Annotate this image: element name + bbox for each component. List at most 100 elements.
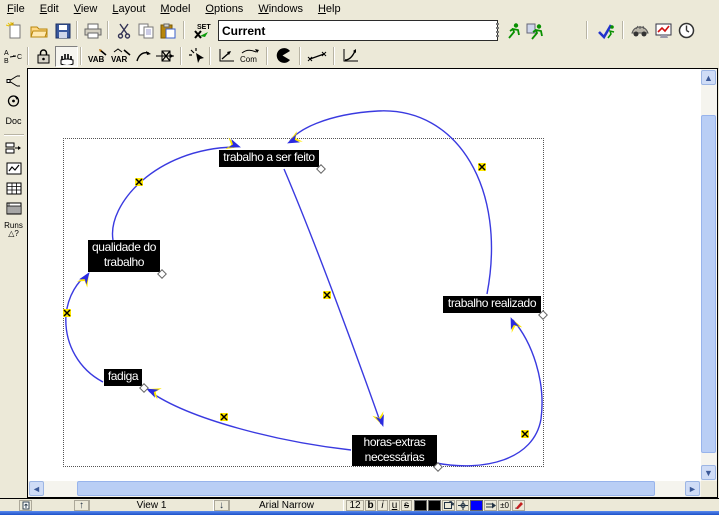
menu-file[interactable]: File — [0, 1, 33, 17]
comment-tool[interactable]: Com — [238, 46, 259, 65]
merge-abc-tool[interactable]: A B C — [3, 46, 24, 65]
loops-tool[interactable] — [3, 91, 25, 110]
save-button[interactable] — [52, 20, 73, 41]
arrow-horasextras-to-trabalhorealizado[interactable] — [436, 320, 542, 466]
set-run-icon: SET — [192, 22, 212, 40]
text-color-swatch[interactable] — [414, 500, 427, 511]
check-model-button[interactable] — [596, 20, 617, 41]
svg-text:Com: Com — [240, 55, 257, 64]
set-run-button[interactable]: SET — [191, 20, 212, 41]
font-name-selector[interactable]: Arial Narrow — [229, 500, 344, 511]
arrow-trabalhorealizado-to-trabalhoaserfeito[interactable] — [290, 111, 491, 294]
graphics-button[interactable] — [512, 500, 525, 511]
io-object-tool[interactable] — [216, 46, 237, 65]
node-trabalho-realizado[interactable]: trabalho realizado — [443, 296, 541, 313]
menu-view[interactable]: View — [67, 1, 106, 17]
open-file-button[interactable] — [28, 20, 49, 41]
toolbar-separator — [80, 47, 82, 65]
horizontal-scroll-thumb[interactable] — [77, 481, 655, 496]
toolbar-separator — [76, 21, 78, 39]
font-size-selector[interactable]: 12 — [346, 500, 364, 511]
wand-stars-icon — [307, 49, 327, 63]
vertical-scrollbar[interactable]: ▲ ▼ — [701, 69, 717, 481]
print-button[interactable] — [82, 20, 103, 41]
shadow-variable-tool[interactable]: VAR — [110, 46, 131, 65]
view-down-button[interactable]: ↓ — [214, 500, 229, 511]
reference-wand-tool[interactable] — [306, 46, 327, 65]
curved-arrow-icon — [135, 48, 153, 63]
new-file-icon — [6, 22, 23, 39]
scroll-left-button[interactable]: ◄ — [29, 481, 44, 496]
lock-tool[interactable] — [33, 46, 54, 65]
menu-layout[interactable]: Layout — [105, 1, 153, 17]
output-windows-button[interactable] — [653, 20, 674, 41]
synthesim-button[interactable] — [629, 20, 650, 41]
table-time-tool[interactable] — [3, 199, 25, 218]
status-left-button[interactable] — [19, 500, 32, 511]
time-axis-button[interactable] — [676, 20, 697, 41]
menu-options[interactable]: Options — [198, 1, 251, 17]
new-file-button[interactable] — [4, 20, 25, 41]
position-button[interactable] — [456, 500, 469, 511]
table-tool[interactable] — [3, 179, 25, 198]
node-qualidade-do-trabalho[interactable]: qualidade do trabalho — [88, 240, 160, 272]
view-selector[interactable]: View 1 — [89, 500, 214, 511]
menu-edit[interactable]: Edit — [33, 1, 67, 17]
causes-strip-tool[interactable] — [3, 139, 25, 158]
pointer-wand-tool[interactable] — [186, 46, 207, 65]
bold-button[interactable]: b — [365, 500, 376, 511]
graph-tool[interactable] — [3, 159, 25, 178]
sidebar-separator — [4, 134, 24, 136]
menu-help[interactable]: Help — [311, 1, 349, 17]
menu-model[interactable]: Model — [153, 1, 198, 17]
arrow-qualidade-to-trabalhoaserfeito[interactable] — [113, 147, 234, 240]
dataset-name-field[interactable] — [218, 20, 498, 41]
node-fadiga[interactable]: fadiga — [104, 369, 142, 386]
scroll-right-button[interactable]: ► — [685, 481, 700, 496]
vertical-scroll-thumb[interactable] — [701, 115, 716, 453]
causes-tree-tool[interactable] — [3, 71, 25, 90]
scroll-down-button[interactable]: ▼ — [701, 465, 716, 480]
variable-tool[interactable]: VAB — [87, 46, 108, 65]
toolbar-separator — [586, 21, 588, 39]
arrow-horasextras-to-fadiga[interactable] — [149, 391, 351, 450]
arrow-color-swatch[interactable] — [470, 500, 483, 511]
hide-level-button[interactable]: ±0 — [498, 500, 511, 511]
horizontal-scrollbar[interactable]: ◄ ► — [28, 481, 701, 497]
node-horas-extras-necessarias[interactable]: horas-extras necessárias — [352, 435, 437, 466]
equation-tool[interactable] — [340, 46, 361, 65]
table-icon — [6, 182, 22, 195]
cut-button[interactable] — [113, 20, 134, 41]
simulate-button[interactable] — [503, 20, 524, 41]
view-up-button[interactable]: ↑ — [74, 500, 89, 511]
runner-batch-icon — [526, 22, 546, 40]
paste-button[interactable] — [157, 20, 178, 41]
box-color-swatch[interactable] — [428, 500, 441, 511]
move-hand-tool[interactable] — [55, 46, 78, 67]
menu-windows[interactable]: Windows — [251, 1, 311, 17]
copy-button[interactable] — [135, 20, 156, 41]
sketch-canvas[interactable]: trabalho a ser feito qualidade do trabal… — [28, 69, 700, 481]
strike-button[interactable]: s — [401, 500, 412, 511]
toolbar-separator — [622, 21, 624, 39]
italic-button[interactable]: i — [377, 500, 388, 511]
analysis-sidebar: Doc Runs△? — [0, 68, 27, 498]
arrow-trabalhoaserfeito-to-horasextras[interactable] — [284, 169, 381, 424]
rate-valve-tool[interactable] — [155, 46, 176, 65]
variable-vab-icon: VAB — [87, 48, 108, 64]
svg-text:C: C — [17, 54, 22, 61]
shape-button[interactable] — [442, 500, 455, 511]
arrow-tool[interactable] — [133, 46, 154, 65]
toolbar-separator — [209, 47, 211, 65]
simulate-setup-button[interactable] — [525, 20, 546, 41]
arrow-fadiga-to-qualidade[interactable] — [66, 274, 103, 382]
scroll-up-button[interactable]: ▲ — [701, 70, 716, 85]
pacman-icon — [275, 47, 292, 64]
document-tool[interactable]: Doc — [3, 111, 25, 130]
arrow-width-button[interactable] — [484, 500, 497, 511]
delete-tool[interactable] — [273, 46, 294, 65]
node-trabalho-a-ser-feito[interactable]: trabalho a ser feito — [219, 150, 319, 167]
underline-button[interactable]: u — [389, 500, 400, 511]
runs-compare-tool[interactable]: Runs△? — [3, 219, 25, 241]
toolbar-separator — [299, 47, 301, 65]
